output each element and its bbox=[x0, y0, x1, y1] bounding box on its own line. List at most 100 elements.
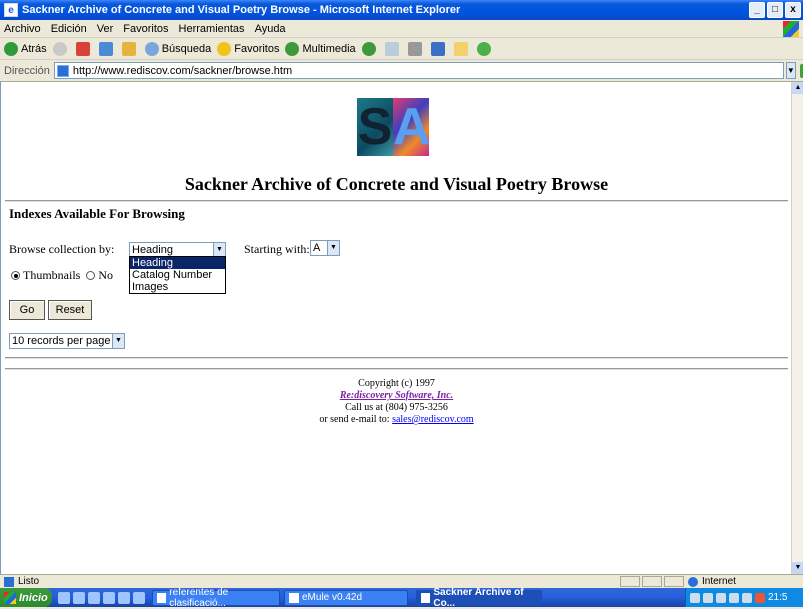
mail-button[interactable] bbox=[384, 41, 402, 56]
search-icon bbox=[144, 41, 159, 56]
maximize-button[interactable]: □ bbox=[767, 2, 783, 18]
minimize-button[interactable]: _ bbox=[749, 2, 765, 18]
option-images[interactable]: Images bbox=[130, 281, 225, 293]
toolbar: Atrás Búsqueda Favoritos Multimedia bbox=[0, 38, 803, 60]
quicklaunch-app-icon[interactable] bbox=[118, 591, 130, 604]
option-catalog-number[interactable]: Catalog Number bbox=[130, 269, 225, 281]
option-heading[interactable]: Heading bbox=[130, 257, 225, 269]
no-thumbnails-radio[interactable] bbox=[86, 271, 96, 280]
address-input[interactable]: http://www.rediscov.com/sackner/browse.h… bbox=[53, 62, 784, 79]
taskbar: Inicio referentes de clasificació... eMu… bbox=[0, 587, 803, 609]
quicklaunch-app-icon[interactable] bbox=[133, 591, 145, 604]
favorites-label: Favoritos bbox=[234, 42, 280, 55]
tray-icon[interactable] bbox=[690, 592, 700, 603]
stop-button[interactable] bbox=[75, 41, 93, 56]
menu-herramientas[interactable]: Herramientas bbox=[179, 23, 245, 35]
star-icon bbox=[217, 41, 232, 56]
close-button[interactable]: x bbox=[785, 2, 801, 18]
word-icon bbox=[157, 592, 167, 603]
scroll-up-arrow-icon[interactable]: ▲ bbox=[792, 82, 803, 94]
start-button[interactable]: Inicio bbox=[0, 588, 52, 607]
mail-icon bbox=[384, 41, 399, 56]
back-button[interactable]: Atrás bbox=[4, 41, 47, 56]
task-referentes[interactable]: referentes de clasificació... bbox=[152, 587, 280, 609]
multimedia-button[interactable]: Multimedia bbox=[285, 41, 356, 56]
browse-select-value: Heading bbox=[132, 244, 173, 256]
multimedia-label: Multimedia bbox=[302, 42, 356, 55]
tray-icon[interactable] bbox=[755, 592, 765, 603]
status-pane bbox=[620, 576, 640, 587]
messenger-button[interactable] bbox=[476, 41, 494, 56]
display-mode-radios: Thumbnails No bbox=[11, 268, 113, 283]
menu-ayuda[interactable]: Ayuda bbox=[255, 23, 286, 35]
window-titlebar[interactable]: e Sackner Archive of Concrete and Visual… bbox=[0, 0, 803, 20]
browse-label: Browse collection by: bbox=[9, 242, 115, 256]
page-icon bbox=[56, 64, 69, 77]
reset-button[interactable]: Reset bbox=[48, 300, 92, 320]
tray-icon[interactable] bbox=[716, 592, 726, 603]
edit-icon bbox=[430, 41, 445, 56]
address-dropdown-button[interactable]: ▼ bbox=[785, 62, 796, 79]
forward-button[interactable] bbox=[52, 41, 70, 56]
logo-letter-a: A bbox=[393, 98, 431, 156]
starting-select[interactable]: A ▼ bbox=[310, 240, 340, 256]
discuss-button[interactable] bbox=[453, 41, 471, 56]
back-arrow-icon bbox=[4, 41, 18, 56]
zone-text: Internet bbox=[702, 576, 736, 587]
print-icon bbox=[407, 41, 422, 56]
system-tray: 21:5 bbox=[685, 588, 803, 607]
email-link[interactable]: sales@rediscov.com bbox=[392, 414, 474, 425]
menu-bar: Archivo Edición Ver Favoritos Herramient… bbox=[0, 20, 803, 38]
home-button[interactable] bbox=[121, 41, 139, 56]
security-zone: Internet bbox=[688, 576, 736, 587]
clock: 21:5 bbox=[768, 592, 788, 603]
menu-edicion[interactable]: Edición bbox=[51, 23, 87, 35]
address-url: http://www.rediscov.com/sackner/browse.h… bbox=[72, 64, 293, 77]
vertical-scrollbar[interactable]: ▲ ▼ bbox=[791, 82, 803, 574]
edit-button[interactable] bbox=[430, 41, 448, 56]
task-sackner-archive[interactable]: Sackner Archive of Co... bbox=[416, 587, 542, 609]
print-button[interactable] bbox=[407, 41, 425, 56]
page-status-icon bbox=[4, 576, 14, 587]
history-button[interactable] bbox=[361, 41, 379, 56]
page-title: Sackner Archive of Concrete and Visual P… bbox=[184, 174, 609, 194]
status-text: Listo bbox=[18, 576, 40, 587]
divider bbox=[5, 368, 788, 370]
company-link[interactable]: Re:discovery Software, Inc. bbox=[340, 390, 453, 401]
search-button[interactable]: Búsqueda bbox=[144, 41, 212, 56]
scroll-down-arrow-icon[interactable]: ▼ bbox=[792, 562, 803, 574]
address-label: Dirección bbox=[4, 64, 50, 77]
task-label: eMule v0.42d bbox=[302, 592, 363, 603]
menu-archivo[interactable]: Archivo bbox=[4, 23, 41, 35]
starting-select-value: A bbox=[313, 242, 321, 254]
window-title: Sackner Archive of Concrete and Visual P… bbox=[22, 4, 461, 16]
quicklaunch-media-icon[interactable] bbox=[88, 591, 100, 604]
favorites-button[interactable]: Favoritos bbox=[217, 41, 280, 56]
tray-icon[interactable] bbox=[742, 592, 752, 603]
quicklaunch-ie-icon[interactable] bbox=[58, 591, 70, 604]
tray-icon[interactable] bbox=[729, 592, 739, 603]
menu-favoritos[interactable]: Favoritos bbox=[123, 23, 168, 35]
internet-explorer-icon: e bbox=[4, 3, 18, 17]
phone-text: Call us at (804) 975-3256 bbox=[345, 402, 448, 413]
refresh-button[interactable] bbox=[98, 41, 116, 56]
thumbnails-radio[interactable] bbox=[11, 271, 20, 280]
records-per-page-select[interactable]: 10 records per page ▼ bbox=[9, 333, 125, 349]
status-panes bbox=[620, 576, 686, 587]
search-label: Búsqueda bbox=[161, 42, 212, 55]
go-submit-button[interactable]: Go bbox=[9, 300, 45, 320]
discuss-icon bbox=[453, 41, 468, 56]
sackner-archive-logo: S A bbox=[357, 98, 431, 156]
back-label: Atrás bbox=[21, 42, 47, 55]
internet-explorer-icon bbox=[421, 592, 431, 603]
forward-arrow-icon bbox=[52, 41, 67, 56]
menu-ver[interactable]: Ver bbox=[97, 23, 114, 35]
status-bar: Listo Internet bbox=[0, 574, 803, 588]
task-emule[interactable]: eMule v0.42d bbox=[284, 589, 408, 606]
footer: Copyright (c) 1997 Re:discovery Software… bbox=[1, 378, 791, 426]
emule-icon bbox=[289, 592, 299, 603]
logo-letter-s: S bbox=[357, 98, 393, 156]
quicklaunch-desktop-icon[interactable] bbox=[103, 591, 115, 604]
tray-icon[interactable] bbox=[703, 592, 713, 603]
quicklaunch-outlook-icon[interactable] bbox=[73, 591, 85, 604]
